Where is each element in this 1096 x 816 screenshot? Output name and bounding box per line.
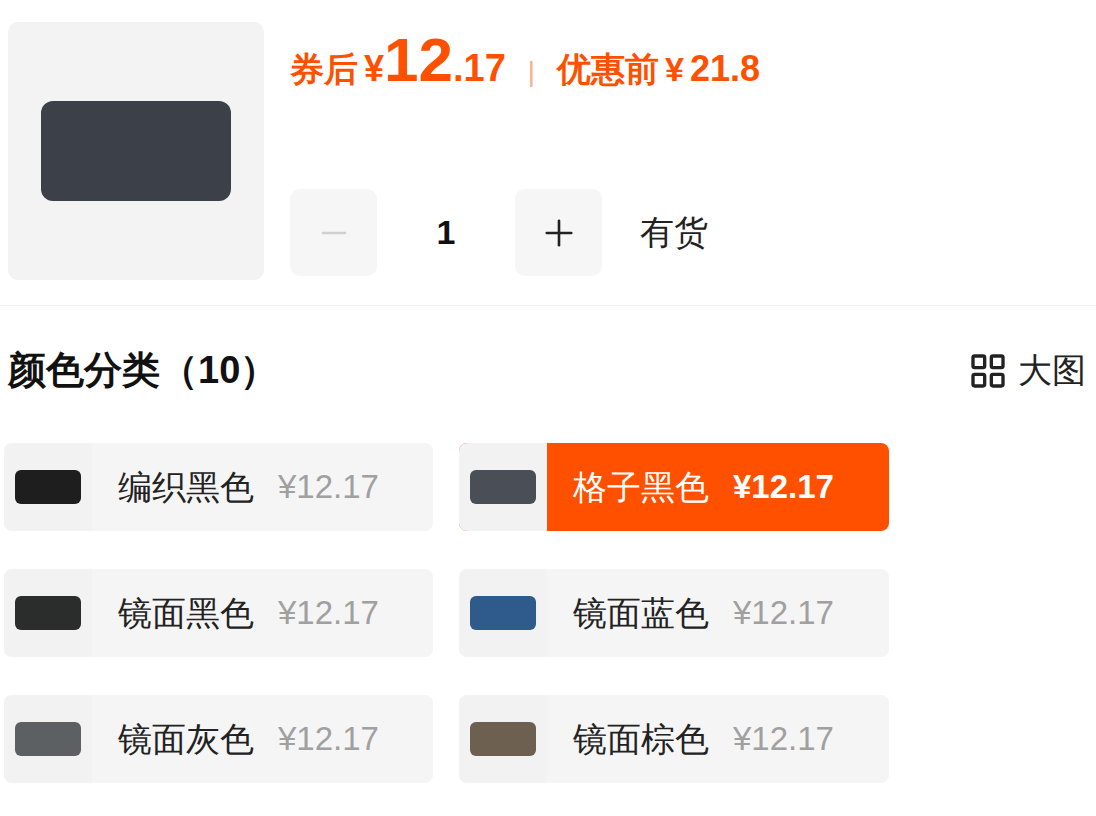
price-decimal: .17 <box>453 40 506 97</box>
bag-shape <box>470 470 536 504</box>
option-thumbnail <box>459 695 547 783</box>
product-image <box>8 22 264 280</box>
bag-shape <box>15 470 81 504</box>
color-option[interactable]: 格子黑色 ¥12.17 <box>459 443 889 531</box>
option-price: ¥12.17 <box>278 462 379 512</box>
sku-panel: 券后¥12.17|优惠前¥21.81有货颜色分类（10）大图编织黑色¥12.17… <box>0 0 1096 816</box>
large-view-toggle[interactable]: 大图 <box>968 345 1086 396</box>
section-header: 颜色分类（10） 大图 <box>0 342 1096 399</box>
option-thumbnail <box>4 443 92 531</box>
stock-status: 有货 <box>640 207 708 258</box>
quantity-row: 1 有货 <box>290 189 760 276</box>
color-option[interactable]: 镜面棕色 ¥12.17 <box>459 695 889 783</box>
option-price: ¥12.17 <box>278 714 379 764</box>
bag-shape <box>41 101 231 201</box>
product-header: 券后¥12.17|优惠前¥21.81有货 <box>0 0 1096 280</box>
original-label: 优惠前 <box>557 44 659 95</box>
decrease-button[interactable] <box>290 189 377 276</box>
price-row: 券后¥12.17|优惠前¥21.8 <box>290 22 760 97</box>
option-name: 格子黑色 <box>573 462 709 513</box>
option-price: ¥12.17 <box>733 462 834 512</box>
divider <box>0 305 1096 306</box>
option-grid: 编织黑色 ¥12.17 格子黑色 ¥12.17 镜面黑色 ¥12.17 镜面蓝色 ¥12.17… <box>0 443 1096 783</box>
price-separator: | <box>528 51 535 93</box>
minus-icon <box>315 214 353 252</box>
option-thumbnail <box>4 569 92 657</box>
increase-button[interactable] <box>515 189 602 276</box>
bag-shape <box>15 722 81 756</box>
bag-shape <box>470 596 536 630</box>
option-name: 镜面棕色 <box>573 714 709 765</box>
option-name: 编织黑色 <box>118 462 254 513</box>
option-thumbnail <box>459 569 547 657</box>
section-title: 颜色分类（10） <box>8 342 278 399</box>
price-integer: 12 <box>384 26 453 94</box>
option-name: 镜面灰色 <box>118 714 254 765</box>
bag-shape <box>15 596 81 630</box>
bag-shape <box>470 722 536 756</box>
grid-icon <box>968 351 1008 391</box>
option-price: ¥12.17 <box>278 588 379 638</box>
option-name: 镜面黑色 <box>118 588 254 639</box>
color-option[interactable]: 镜面蓝色 ¥12.17 <box>459 569 889 657</box>
option-thumbnail <box>4 695 92 783</box>
option-price: ¥12.17 <box>733 714 834 764</box>
option-name: 镜面蓝色 <box>573 588 709 639</box>
option-price: ¥12.17 <box>733 588 834 638</box>
original-currency: ¥ <box>665 44 684 95</box>
original-amount: 21.8 <box>690 42 760 96</box>
quantity-value[interactable]: 1 <box>377 207 515 258</box>
color-option[interactable]: 镜面黑色 ¥12.17 <box>4 569 433 657</box>
color-option[interactable]: 镜面灰色 ¥12.17 <box>4 695 433 783</box>
plus-icon <box>538 212 580 254</box>
currency: ¥ <box>364 42 384 96</box>
after-coupon-label: 券后 <box>290 44 358 95</box>
color-option[interactable]: 编织黑色 ¥12.17 <box>4 443 433 531</box>
option-thumbnail <box>459 443 547 531</box>
product-info: 券后¥12.17|优惠前¥21.81有货 <box>290 22 760 280</box>
